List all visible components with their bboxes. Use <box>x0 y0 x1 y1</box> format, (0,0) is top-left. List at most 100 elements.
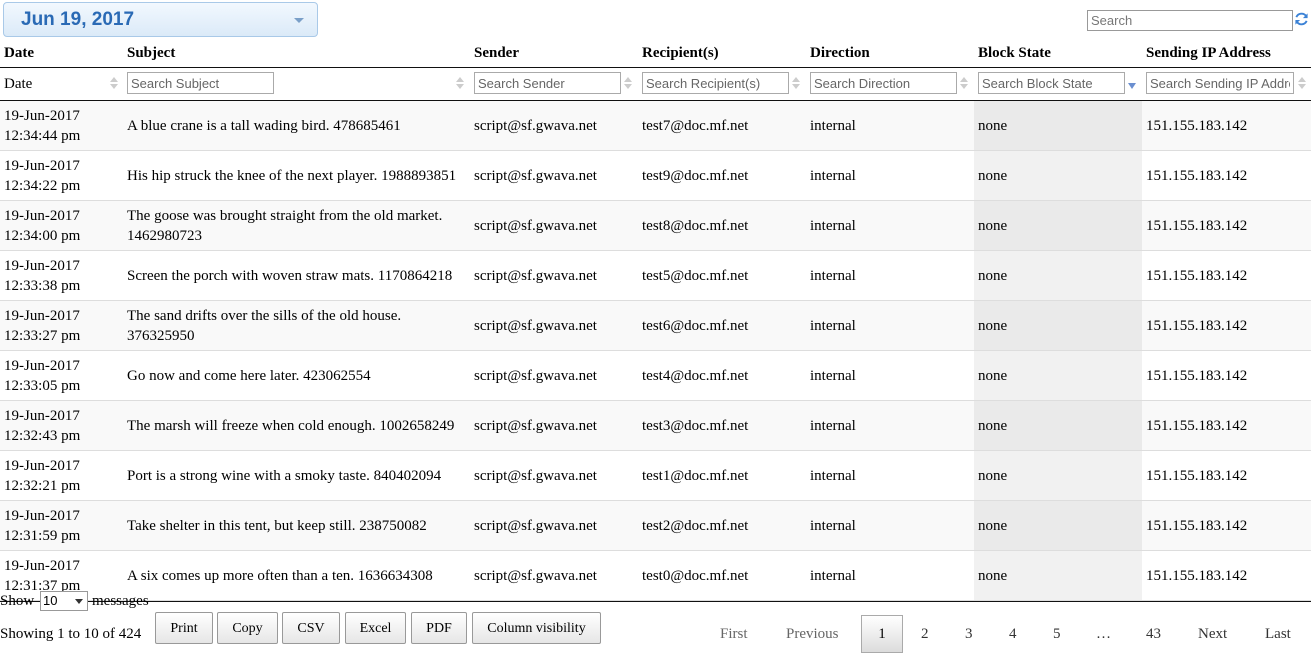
cell-recipient: test1@doc.mf.net <box>642 468 749 484</box>
date-picker[interactable]: Jun 19, 2017 <box>3 2 318 37</box>
table-row[interactable]: 19-Jun-2017 12:32:43 pm The marsh will fre… <box>0 401 1311 451</box>
direction-filter-input[interactable] <box>810 72 957 94</box>
table-filter-row: Date <box>0 68 1311 101</box>
messages-label: messages <box>92 593 149 609</box>
cell-direction: internal <box>810 168 856 184</box>
column-visibility-button[interactable]: Column visibility <box>472 612 601 644</box>
cell-block-state: none <box>978 118 1008 134</box>
sort-ip-icon[interactable] <box>1298 77 1306 91</box>
global-search-input[interactable] <box>1087 10 1293 31</box>
pager-next[interactable]: Next <box>1198 626 1227 643</box>
cell-date-day: 19-Jun-2017 <box>4 158 80 174</box>
cell-subject: Take shelter in this tent, but keep stil… <box>127 518 427 534</box>
column-header-direction[interactable]: Direction <box>810 45 870 62</box>
pager-last[interactable]: Last <box>1265 626 1291 643</box>
table-row[interactable]: 19-Jun-2017 12:34:44 pm A blue crane is a … <box>0 101 1311 151</box>
cell-date-day: 19-Jun-2017 <box>4 558 80 574</box>
cell-direction: internal <box>810 418 856 434</box>
copy-button[interactable]: Copy <box>217 612 278 644</box>
cell-block-state: none <box>978 168 1008 184</box>
cell-sender: script@sf.gwava.net <box>474 418 597 434</box>
pager-page-5[interactable]: 5 <box>1053 626 1061 643</box>
cell-date-time: 12:33:27 pm <box>4 328 81 344</box>
sort-recipients-icon[interactable] <box>792 77 800 91</box>
cell-sender: script@sf.gwava.net <box>474 518 597 534</box>
cell-date: 19-Jun-2017 12:34:22 pm <box>4 156 80 196</box>
table-row[interactable]: 19-Jun-2017 12:31:59 pm Take shelter in th… <box>0 501 1311 551</box>
sort-direction-icon[interactable] <box>960 77 968 91</box>
cell-ip: 151.155.183.142 <box>1146 268 1248 284</box>
cell-recipient: test2@doc.mf.net <box>642 518 749 534</box>
excel-button[interactable]: Excel <box>345 612 406 644</box>
pager-previous[interactable]: Previous <box>786 626 839 643</box>
cell-recipient: test9@doc.mf.net <box>642 168 749 184</box>
cell-direction: internal <box>810 518 856 534</box>
sort-date-icon[interactable] <box>110 77 118 91</box>
pager-page-last-number[interactable]: 43 <box>1146 626 1161 643</box>
csv-button[interactable]: CSV <box>282 612 340 644</box>
pager-page-current[interactable]: 1 <box>861 615 903 653</box>
table-bottom-border <box>0 601 1311 602</box>
cell-date-day: 19-Jun-2017 <box>4 358 80 374</box>
column-header-date[interactable]: Date <box>4 45 34 62</box>
pdf-button[interactable]: PDF <box>411 612 467 644</box>
cell-date-day: 19-Jun-2017 <box>4 258 80 274</box>
table-body: 19-Jun-2017 12:34:44 pm A blue crane is a … <box>0 101 1311 601</box>
cell-date-time: 12:34:22 pm <box>4 178 81 194</box>
cell-date-time: 12:33:38 pm <box>4 278 81 294</box>
pager-first[interactable]: First <box>720 626 748 643</box>
column-header-ip[interactable]: Sending IP Address <box>1146 45 1271 62</box>
cell-block-state: none <box>978 368 1008 384</box>
chevron-down-icon[interactable] <box>294 18 304 23</box>
cell-recipient: test5@doc.mf.net <box>642 268 749 284</box>
table-row[interactable]: 19-Jun-2017 12:33:38 pm Screen the porch w… <box>0 251 1311 301</box>
sort-subject-icon[interactable] <box>456 77 464 91</box>
sender-filter-input[interactable] <box>474 72 621 94</box>
table-row[interactable]: 19-Jun-2017 12:31:37 pm A six comes up mor… <box>0 551 1311 601</box>
ip-filter-input[interactable] <box>1146 72 1294 94</box>
cell-sender: script@sf.gwava.net <box>474 168 597 184</box>
table-row[interactable]: 19-Jun-2017 12:34:22 pm His hip struck the… <box>0 151 1311 201</box>
cell-direction: internal <box>810 218 856 234</box>
cell-date-time: 12:32:21 pm <box>4 478 81 494</box>
cell-date-time: 12:34:00 pm <box>4 228 81 244</box>
table-row[interactable]: 19-Jun-2017 12:34:00 pm The goose was brou… <box>0 201 1311 251</box>
table-row[interactable]: 19-Jun-2017 12:33:05 pm Go now and come he… <box>0 351 1311 401</box>
cell-ip: 151.155.183.142 <box>1146 568 1248 584</box>
cell-sender: script@sf.gwava.net <box>474 318 597 334</box>
cell-direction: internal <box>810 568 856 584</box>
column-header-recipients[interactable]: Recipient(s) <box>642 45 719 62</box>
cell-block-state: none <box>978 318 1008 334</box>
cell-recipient: test8@doc.mf.net <box>642 218 749 234</box>
cell-date: 19-Jun-2017 12:31:37 pm <box>4 556 80 596</box>
pager-page-3[interactable]: 3 <box>965 626 973 643</box>
refresh-icon[interactable] <box>1294 11 1309 27</box>
table-header-row: Date Subject Sender Recipient(s) Directi… <box>0 40 1311 68</box>
cell-ip: 151.155.183.142 <box>1146 168 1248 184</box>
block-state-filter-input[interactable] <box>978 72 1125 94</box>
cell-date: 19-Jun-2017 12:34:00 pm <box>4 206 80 246</box>
cell-ip: 151.155.183.142 <box>1146 318 1248 334</box>
table-row[interactable]: 19-Jun-2017 12:33:27 pm The sand drifts ov… <box>0 301 1311 351</box>
pager-page-2[interactable]: 2 <box>921 626 929 643</box>
cell-sender: script@sf.gwava.net <box>474 468 597 484</box>
table-row[interactable]: 19-Jun-2017 12:32:21 pm Port is a strong w… <box>0 451 1311 501</box>
page-length-select[interactable]: 10 <box>40 591 88 611</box>
cell-subject: The goose was brought straight from the … <box>127 208 443 244</box>
cell-recipient: test6@doc.mf.net <box>642 318 749 334</box>
print-button[interactable]: Print <box>155 612 213 644</box>
recipients-filter-input[interactable] <box>642 72 789 94</box>
cell-direction: internal <box>810 368 856 384</box>
cell-subject: His hip struck the knee of the next play… <box>127 168 457 184</box>
cell-sender: script@sf.gwava.net <box>474 368 597 384</box>
pager-page-4[interactable]: 4 <box>1009 626 1017 643</box>
column-header-subject[interactable]: Subject <box>127 45 175 62</box>
cell-date: 19-Jun-2017 12:32:43 pm <box>4 406 80 446</box>
sort-sender-icon[interactable] <box>624 77 632 91</box>
subject-filter-input[interactable] <box>127 72 274 94</box>
cell-ip: 151.155.183.142 <box>1146 118 1248 134</box>
cell-direction: internal <box>810 268 856 284</box>
column-header-sender[interactable]: Sender <box>474 45 519 62</box>
sort-block-state-icon[interactable] <box>1128 83 1136 89</box>
column-header-block-state[interactable]: Block State <box>978 45 1051 62</box>
